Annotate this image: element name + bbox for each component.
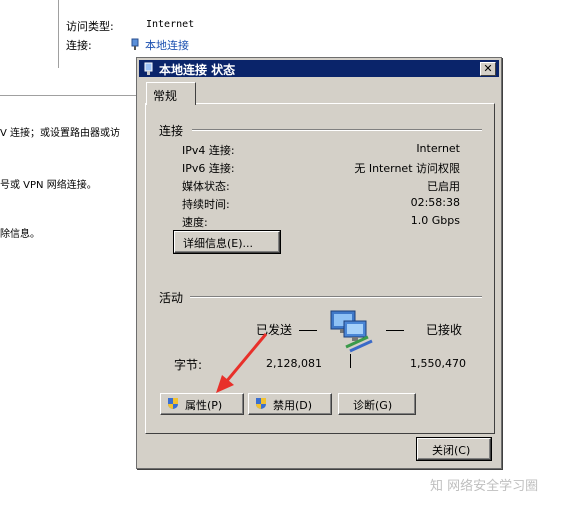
properties-button[interactable]: 属性(P)	[160, 393, 244, 415]
media-state-value: 已启用	[427, 180, 460, 193]
divider-vertical	[58, 0, 59, 68]
duration-value: 02:58:38	[410, 196, 460, 209]
ipv4-value: Internet	[416, 142, 460, 155]
speed-value: 1.0 Gbps	[410, 214, 460, 227]
disable-button-label: 禁用(D)	[273, 399, 313, 412]
shield-icon	[167, 397, 179, 410]
tab-general[interactable]: 常规	[146, 82, 196, 105]
close-icon: ✕	[483, 62, 493, 75]
dialog-titlebar[interactable]: 本地连接 状态 ✕	[139, 60, 499, 77]
bytes-label: 字节:	[174, 358, 203, 372]
speed-label: 速度:	[182, 216, 208, 229]
duration-label: 持续时间:	[182, 198, 230, 211]
shield-icon	[255, 397, 267, 410]
close-button-label: 关闭(C)	[432, 444, 471, 457]
details-button-label: 详细信息(E)...	[183, 237, 254, 250]
bytes-received-value: 1,550,470	[410, 357, 466, 370]
activity-group-title: 活动	[159, 291, 184, 305]
status-dialog: 本地连接 状态 ✕ 常规 连接 IPv4 连接: Internet IPv6 连…	[136, 57, 502, 469]
watermark: 知 网络安全学习圈	[430, 479, 539, 494]
access-type-label: 访问类型:	[66, 20, 114, 33]
title-close-button[interactable]: ✕	[480, 62, 496, 76]
details-button[interactable]: 详细信息(E)...	[173, 230, 281, 254]
access-type-value: Internet	[146, 19, 195, 30]
dialog-title: 本地连接 状态	[159, 63, 236, 77]
received-line	[386, 330, 404, 331]
bytes-sent-value: 2,128,081	[266, 357, 322, 370]
ipv4-label: IPv4 连接:	[182, 144, 235, 157]
annotation-arrow	[216, 333, 268, 393]
connection-link[interactable]: 本地连接	[145, 37, 189, 53]
diagnose-button[interactable]: 诊断(G)	[338, 393, 416, 415]
network-adapter-icon	[144, 62, 153, 78]
media-state-label: 媒体状态:	[182, 180, 230, 193]
tab-panel: 连接 IPv4 连接: Internet IPv6 连接: 无 Internet…	[145, 103, 495, 434]
text-line-1: V 连接；或设置路由器或访	[0, 128, 121, 139]
network-adapter-icon	[131, 38, 139, 50]
disable-button[interactable]: 禁用(D)	[248, 393, 332, 415]
activity-group-rule	[190, 296, 482, 298]
sent-line	[299, 330, 317, 331]
ipv6-value: 无 Internet 访问权限	[354, 162, 460, 175]
connections-label: 连接:	[66, 39, 92, 52]
close-button[interactable]: 关闭(C)	[416, 437, 492, 461]
ipv6-label: IPv6 连接:	[182, 162, 235, 175]
connection-group-title: 连接	[159, 124, 184, 138]
bytes-divider	[350, 354, 351, 368]
text-line-2: 号或 VPN 网络连接。	[0, 180, 97, 191]
divider-horizontal	[0, 95, 136, 96]
diagnose-button-label: 诊断(G)	[353, 399, 393, 412]
tab-general-label: 常规	[153, 89, 178, 103]
properties-button-label: 属性(P)	[185, 399, 223, 412]
connection-group-rule	[192, 129, 482, 131]
text-line-3: 除信息。	[0, 229, 40, 240]
received-label: 已接收	[426, 323, 463, 337]
network-activity-icon	[328, 309, 378, 353]
